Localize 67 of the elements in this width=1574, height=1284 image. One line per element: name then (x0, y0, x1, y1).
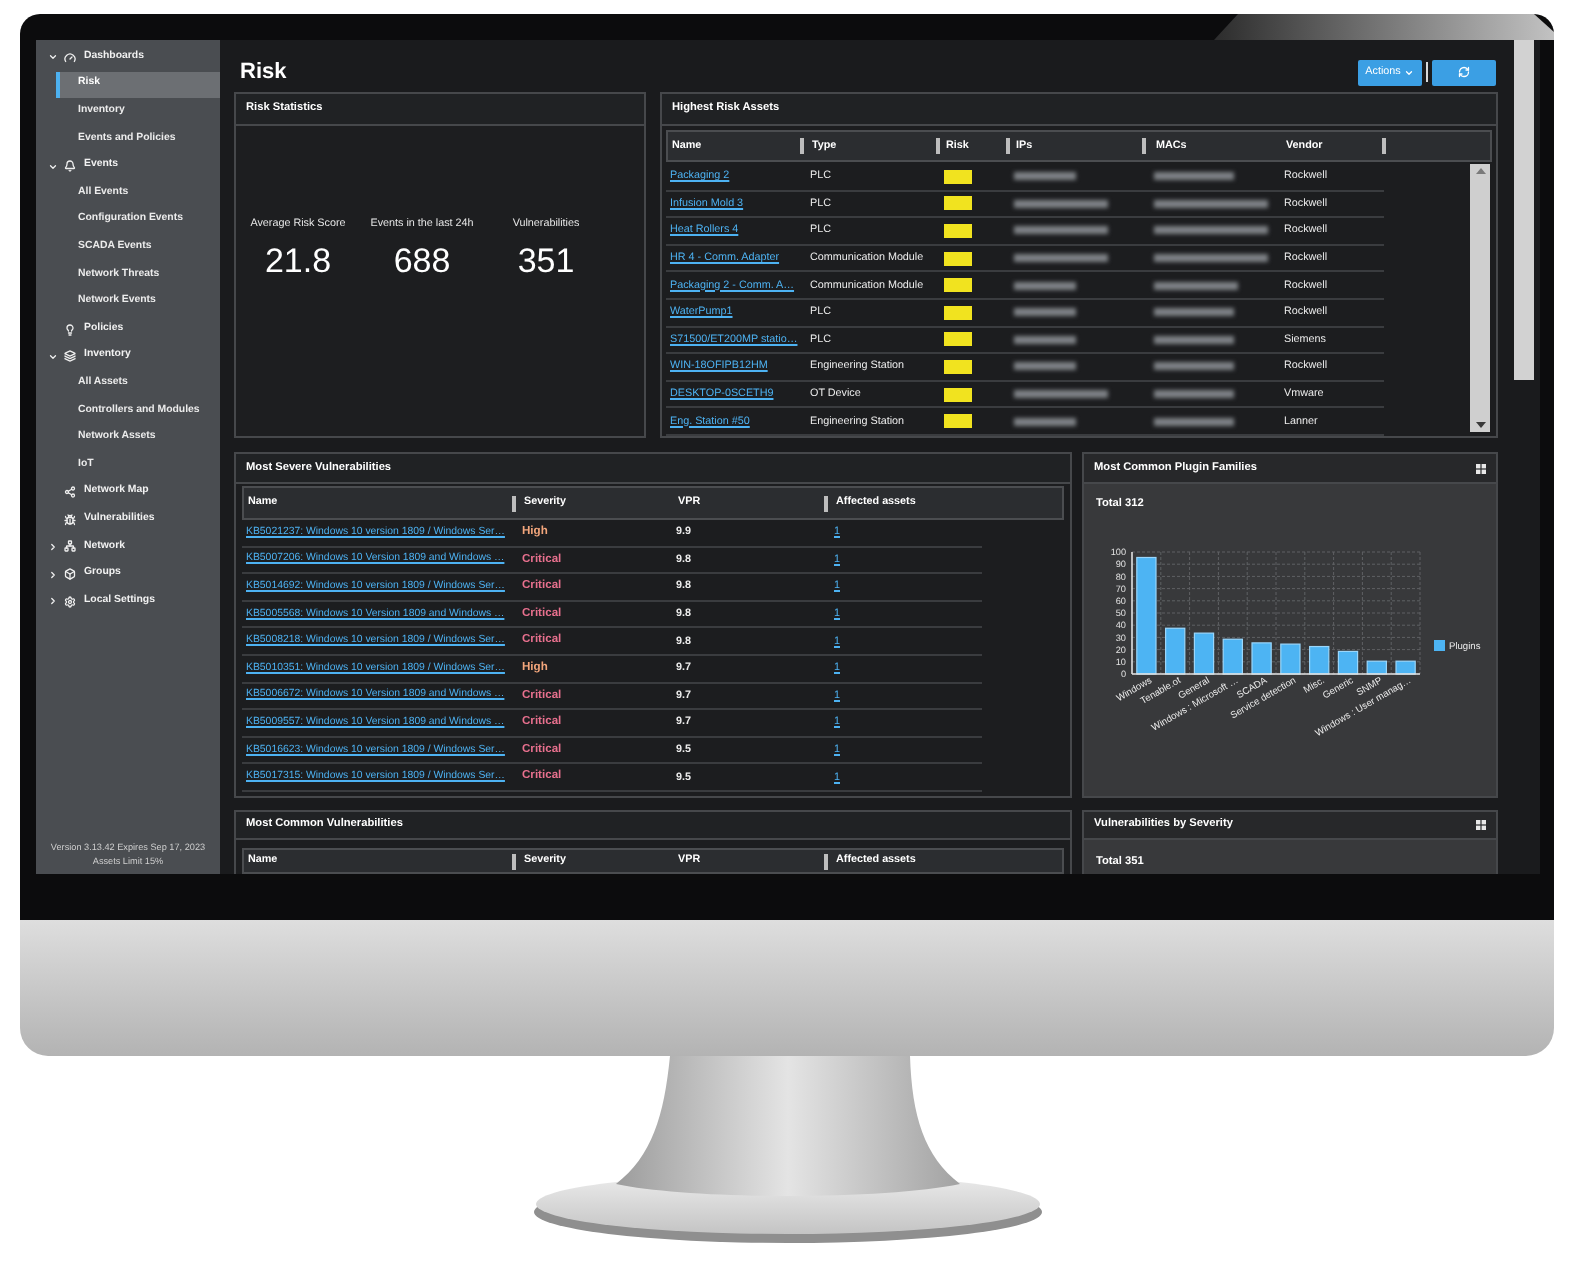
chevron-right-icon[interactable] (48, 569, 58, 580)
stat-value: 21.8 (264, 244, 332, 280)
risk-swatch-icon (944, 196, 972, 211)
grid-icon[interactable] (1476, 820, 1486, 830)
y-axis (1131, 551, 1133, 675)
scrollbar-thumb[interactable] (1514, 40, 1534, 380)
grid-icon[interactable] (1476, 463, 1486, 473)
redacted-ip (1014, 281, 1076, 290)
redacted-ip (1014, 226, 1108, 235)
chevron-down-icon[interactable] (48, 161, 58, 172)
redacted-mac (1154, 335, 1234, 344)
gauge-icon (64, 51, 76, 64)
risk-swatch-icon (944, 305, 972, 320)
redacted-ip (1014, 199, 1108, 208)
stat-value: 351 (517, 244, 575, 280)
table-scrollbar[interactable] (1470, 164, 1490, 432)
layers-icon (64, 350, 76, 363)
settings-icon (64, 595, 76, 608)
lightbulb-icon (64, 323, 76, 336)
cube-icon (64, 568, 76, 581)
risk-swatch-icon (944, 278, 972, 293)
bar (1222, 638, 1243, 675)
caret-icon (1404, 67, 1415, 77)
bar (1309, 645, 1330, 675)
redacted-mac (1154, 254, 1268, 263)
share-nodes-icon (64, 486, 76, 499)
risk-swatch-icon (944, 359, 972, 374)
bell-icon (64, 160, 76, 173)
risk-swatch-icon (944, 223, 972, 238)
scroll-down-arrow-icon[interactable] (1475, 422, 1485, 428)
bar (1337, 650, 1359, 675)
bar (1280, 643, 1301, 675)
refresh-icon (1458, 66, 1470, 78)
scroll-up-arrow-icon[interactable] (1475, 168, 1485, 174)
bug-icon (64, 513, 76, 526)
refresh-button[interactable] (1432, 59, 1496, 85)
risk-swatch-icon (944, 251, 972, 266)
redacted-mac (1154, 226, 1268, 235)
bar (1165, 627, 1186, 675)
redacted-mac (1154, 417, 1234, 426)
redacted-ip (1014, 362, 1076, 371)
bar (1193, 632, 1215, 675)
redacted-ip (1014, 172, 1076, 181)
redacted-ip (1014, 417, 1076, 426)
bar (1251, 642, 1272, 675)
risk-swatch-icon (944, 169, 972, 184)
chevron-down-icon[interactable] (48, 52, 58, 63)
redacted-ip (1014, 335, 1076, 344)
redacted-mac (1154, 362, 1234, 371)
redacted-mac (1154, 281, 1238, 290)
page-title: Risk (238, 61, 287, 83)
redacted-ip (1014, 308, 1076, 317)
redacted-ip (1014, 390, 1108, 399)
chevron-down-icon[interactable] (48, 351, 58, 362)
risk-swatch-icon (944, 414, 972, 429)
bar (1136, 556, 1157, 675)
stat-value: 688 (393, 244, 451, 280)
chevron-right-icon[interactable] (48, 541, 58, 552)
risk-swatch-icon (944, 387, 972, 402)
redacted-mac (1154, 172, 1234, 181)
chevron-right-icon[interactable] (48, 596, 58, 607)
redacted-mac (1154, 390, 1234, 399)
network-icon (64, 540, 76, 553)
redacted-ip (1014, 254, 1108, 263)
redacted-mac (1154, 308, 1234, 317)
risk-swatch-icon (944, 332, 972, 347)
redacted-mac (1154, 199, 1268, 208)
